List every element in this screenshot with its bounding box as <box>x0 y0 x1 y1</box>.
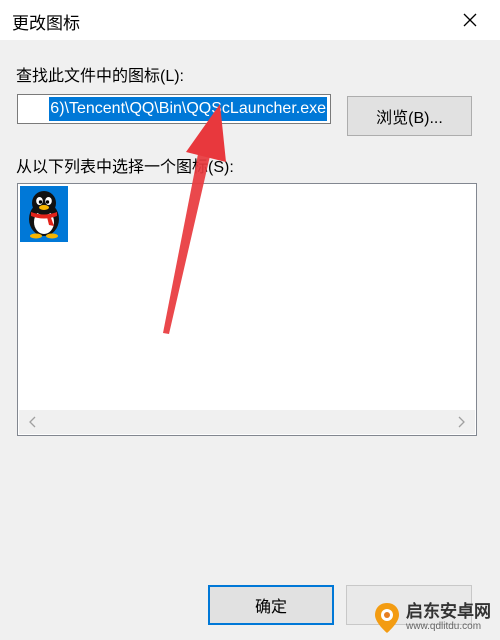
path-selected-text: 6)\Tencent\QQ\Bin\QQScLauncher.exe <box>49 97 327 121</box>
icon-file-path-input[interactable]: 6)\Tencent\QQ\Bin\QQScLauncher.exe <box>17 94 331 124</box>
close-icon <box>463 13 477 27</box>
title-bar: 更改图标 <box>0 0 500 40</box>
watermark-url: www.qdlitdu.com <box>406 621 482 632</box>
qq-penguin-icon <box>29 191 59 239</box>
close-button[interactable] <box>450 0 490 40</box>
watermark-logo-icon <box>375 603 399 633</box>
dialog-title: 更改图标 <box>12 14 80 33</box>
horizontal-scrollbar[interactable] <box>19 410 475 434</box>
icon-list[interactable] <box>17 183 477 436</box>
scroll-left-button[interactable] <box>23 410 43 434</box>
chevron-left-icon <box>29 416 36 428</box>
watermark: 启东安卓网 www.qdlitdu.com <box>372 596 500 640</box>
browse-button[interactable]: 浏览(B)... <box>347 96 472 136</box>
watermark-title: 启东安卓网 <box>406 602 491 621</box>
icon-list-label: 从以下列表中选择一个图标(S): <box>16 159 234 176</box>
ok-button[interactable]: 确定 <box>208 585 334 625</box>
file-path-label: 查找此文件中的图标(L): <box>16 68 185 85</box>
change-icon-dialog: 更改图标 查找此文件中的图标(L): 6)\Tencent\QQ\Bin\QQS… <box>0 0 500 640</box>
chevron-right-icon <box>458 416 465 428</box>
scroll-right-button[interactable] <box>451 410 471 434</box>
icon-list-item-selected[interactable] <box>20 186 68 242</box>
